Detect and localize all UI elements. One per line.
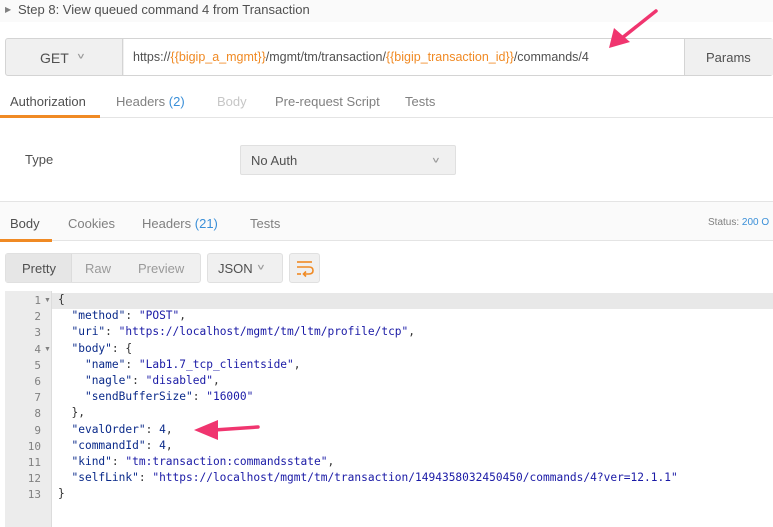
code-line: }, <box>58 406 85 420</box>
method-label: GET <box>40 50 69 66</box>
code-line: "selfLink": "https://localhost/mgmt/tm/t… <box>71 471 678 485</box>
url-segment: /mgmt/tm/transaction/ <box>265 50 386 64</box>
response-tab-body[interactable]: Body <box>10 216 40 231</box>
status-label: Status: <box>708 217 740 228</box>
annotation-arrow-icon <box>609 9 658 48</box>
response-tabs: Body Cookies Headers (21) Tests Status: … <box>0 201 773 242</box>
tab-prerequest-script[interactable]: Pre-request Script <box>275 94 380 109</box>
line-number: 13 <box>27 488 41 502</box>
params-label: Params <box>706 50 751 65</box>
line-number: 6 <box>34 375 41 388</box>
code-line: "nagle": "disabled", <box>84 374 220 387</box>
step-title: Step 8: View queued command 4 from Trans… <box>18 2 310 17</box>
format-select[interactable]: JSON ∨ <box>207 253 283 283</box>
view-preview-button[interactable]: Preview <box>138 261 184 276</box>
chevron-down-icon: ∨ <box>256 262 266 272</box>
code-line: } <box>58 487 65 501</box>
format-value: JSON <box>218 261 253 276</box>
line-number: 9 <box>34 423 41 437</box>
response-body-editor[interactable]: 1 ▼ 2 3 4 ▼ 5 6 7 8 9 10 11 12 13 { "method": "POST", … <box>5 291 773 527</box>
method-select[interactable]: GET ∨ <box>6 39 123 75</box>
code-line: "uri": "https://localhost/mgmt/tm/ltm/pr… <box>71 325 416 339</box>
tab-headers-label: Headers <box>116 94 166 109</box>
params-button[interactable]: Params <box>684 39 773 75</box>
line-number: 1 <box>34 294 41 307</box>
line-number: 3 <box>34 326 41 340</box>
line-number: 12 <box>27 472 41 486</box>
tab-headers[interactable]: Headers (2) <box>116 94 185 109</box>
auth-type-label: Type <box>25 152 54 167</box>
line-number: 10 <box>27 439 41 453</box>
tab-body[interactable]: Body <box>217 94 247 109</box>
response-tab-cookies[interactable]: Cookies <box>68 216 115 231</box>
line-number: 5 <box>34 358 41 372</box>
code-line: "method": "POST", <box>71 309 187 323</box>
response-tab-tests[interactable]: Tests <box>250 216 280 231</box>
code-line: "sendBufferSize": "16000" <box>84 390 254 404</box>
code-line: "kind": "tm:transaction:commandsstate", <box>71 455 335 468</box>
url-variable: {{bigip_a_mgmt}} <box>170 50 266 64</box>
auth-type-value: No Auth <box>251 153 298 168</box>
collapse-caret-icon[interactable]: ▶ <box>5 5 11 14</box>
view-raw-button[interactable]: Raw <box>85 261 111 276</box>
auth-type-select[interactable]: No Auth ∨ <box>240 145 456 175</box>
line-number: 7 <box>34 391 41 405</box>
status-indicator: Status: 200 O <box>708 217 769 228</box>
fold-toggle-icon[interactable]: ▼ <box>44 297 51 304</box>
request-tabs: Authorization Headers (2) Body Pre-reque… <box>0 86 773 118</box>
tab-tests[interactable]: Tests <box>405 94 435 109</box>
url-segment: https:// <box>133 50 171 64</box>
chevron-down-icon: ∨ <box>76 51 86 61</box>
tab-headers-count: (2) <box>168 94 185 109</box>
line-number: 2 <box>34 310 41 324</box>
response-tab-headers-count: (21) <box>194 216 218 231</box>
chevron-down-icon: ∨ <box>431 155 441 165</box>
url-segment: /commands/4 <box>513 50 589 64</box>
active-tab-indicator <box>0 115 100 118</box>
fold-toggle-icon[interactable]: ▼ <box>44 346 51 353</box>
view-mode-group: Pretty Raw Preview <box>5 253 201 283</box>
line-number-gutter: 1 ▼ 2 3 4 ▼ 5 6 7 8 9 10 11 12 13 <box>5 291 52 527</box>
line-number: 4 <box>34 342 41 356</box>
view-pretty-button[interactable]: Pretty <box>22 261 56 276</box>
url-text: https://{{bigip_a_mgmt}}/mgmt/tm/transac… <box>133 50 589 64</box>
annotation-arrow-icon <box>194 420 260 440</box>
response-tab-headers[interactable]: Headers (21) <box>142 216 218 231</box>
response-tab-headers-label: Headers <box>142 216 192 231</box>
code-line: "evalOrder": 4, <box>71 422 173 436</box>
wrap-lines-button[interactable] <box>289 253 320 283</box>
active-response-tab-indicator <box>0 239 52 242</box>
line-number: 8 <box>34 407 41 421</box>
wrap-lines-icon <box>297 261 314 278</box>
code-line: "commandId": 4, <box>71 438 173 452</box>
code-line: "name": "Lab1.7_tcp_clientside", <box>84 357 301 371</box>
code-line: { <box>58 293 65 306</box>
code-line: "body": { <box>71 341 133 355</box>
tab-authorization[interactable]: Authorization <box>10 94 86 109</box>
status-value: 200 O <box>741 217 770 228</box>
url-variable: {{bigip_transaction_id}} <box>385 50 514 64</box>
active-line-highlight <box>5 293 773 309</box>
line-number: 11 <box>27 456 41 469</box>
